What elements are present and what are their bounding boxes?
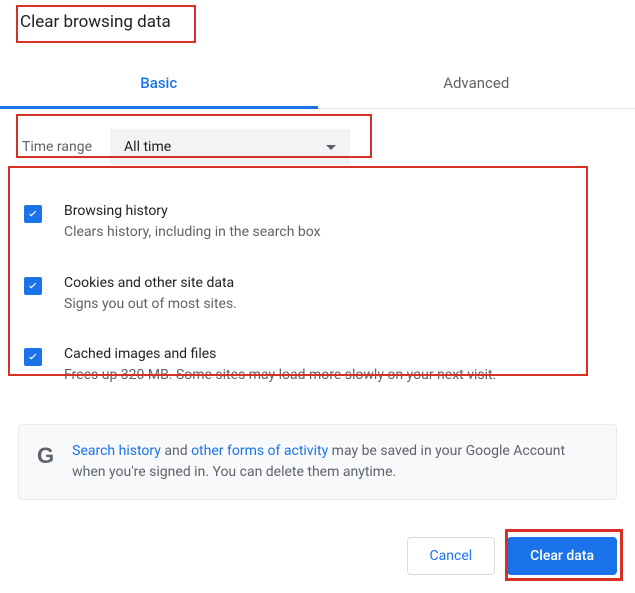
option-desc: Signs you out of most sites. bbox=[64, 295, 611, 315]
option-text: Browsing history Clears history, includi… bbox=[64, 203, 611, 243]
time-range-select[interactable]: All time bbox=[110, 129, 350, 165]
option-title: Browsing history bbox=[64, 203, 611, 219]
tab-advanced[interactable]: Advanced bbox=[318, 60, 635, 108]
option-title: Cached images and files bbox=[64, 346, 611, 362]
option-title: Cookies and other site data bbox=[64, 275, 611, 291]
option-desc: Clears history, including in the search … bbox=[64, 223, 611, 243]
google-icon: G bbox=[37, 443, 54, 469]
option-cookies: Cookies and other site data Signs you ou… bbox=[20, 261, 615, 333]
option-browsing-history: Browsing history Clears history, includi… bbox=[20, 189, 615, 261]
info-text: Search history and other forms of activi… bbox=[72, 441, 598, 483]
checkbox-cache[interactable] bbox=[24, 348, 42, 366]
check-icon bbox=[26, 350, 40, 364]
time-range-row: Time range All time bbox=[18, 129, 617, 165]
cancel-button[interactable]: Cancel bbox=[407, 537, 496, 575]
link-search-history[interactable]: Search history bbox=[72, 443, 161, 459]
check-icon bbox=[26, 279, 40, 293]
link-other-activity[interactable]: other forms of activity bbox=[191, 443, 328, 459]
info-text-mid: and bbox=[161, 443, 191, 459]
time-range-label: Time range bbox=[18, 139, 92, 155]
dialog-title: Clear browsing data bbox=[0, 0, 187, 40]
checkbox-cookies[interactable] bbox=[24, 277, 42, 295]
checkbox-browsing-history[interactable] bbox=[24, 205, 42, 223]
check-icon bbox=[26, 207, 40, 221]
info-box: G Search history and other forms of acti… bbox=[18, 424, 617, 500]
option-text: Cached images and files Frees up 320 MB.… bbox=[64, 346, 611, 386]
tabs: Basic Advanced bbox=[0, 60, 635, 109]
option-text: Cookies and other site data Signs you ou… bbox=[64, 275, 611, 315]
tab-basic[interactable]: Basic bbox=[0, 60, 318, 109]
time-range-value: All time bbox=[124, 139, 171, 155]
option-desc: Frees up 320 MB. Some sites may load mor… bbox=[64, 366, 611, 386]
dialog-footer: Cancel Clear data bbox=[407, 537, 617, 575]
chevron-down-icon bbox=[326, 145, 336, 150]
options-list: Browsing history Clears history, includi… bbox=[18, 185, 617, 408]
clear-data-button[interactable]: Clear data bbox=[507, 537, 617, 575]
option-cache: Cached images and files Frees up 320 MB.… bbox=[20, 332, 615, 404]
